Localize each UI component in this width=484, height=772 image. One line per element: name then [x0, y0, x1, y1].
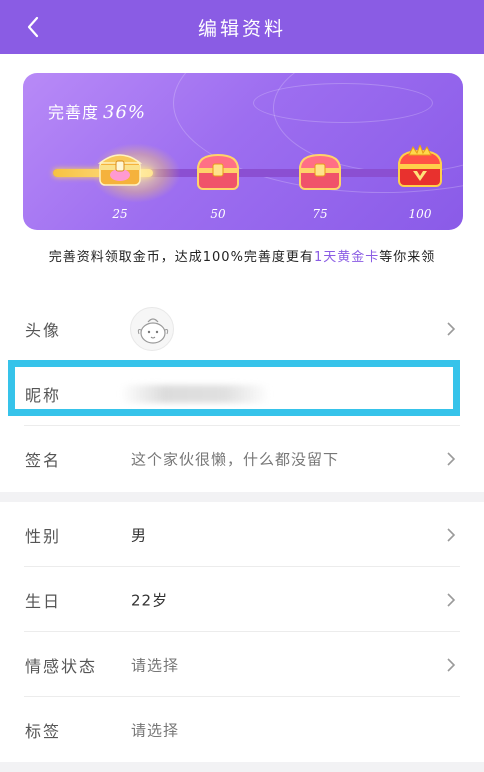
milestone-25-chest[interactable]	[95, 145, 145, 189]
chevron-right-icon	[447, 592, 456, 607]
relationship-value: 请选择	[131, 656, 180, 674]
chevron-right-icon	[447, 451, 456, 466]
tags-value: 请选择	[131, 721, 180, 739]
app-header: 编辑资料	[0, 0, 484, 54]
row-relationship-label: 情感状态	[25, 656, 98, 676]
chevron-left-icon	[27, 16, 39, 38]
milestone-100-chest[interactable]	[395, 145, 445, 189]
row-avatar-label: 头像	[25, 320, 62, 340]
completion-card: 完善度 36% 25 50 75 100	[23, 73, 463, 230]
avatar-icon[interactable]	[130, 307, 174, 351]
completion-label-text: 完善度	[48, 103, 100, 122]
signature-value: 这个家伙很懒，什么都没留下	[131, 450, 340, 468]
row-relationship[interactable]: 情感状态 请选择	[0, 632, 484, 697]
row-birthday[interactable]: 生日 22岁	[0, 567, 484, 632]
gender-value: 男	[131, 526, 148, 544]
birthday-value: 22岁	[131, 591, 169, 609]
treasure-chest-icon	[97, 154, 143, 186]
row-signature-label: 签名	[25, 450, 62, 470]
page-title: 编辑资料	[197, 17, 286, 40]
section-gap	[0, 492, 484, 502]
treasure-chest-icon	[298, 153, 342, 190]
chevron-right-icon	[447, 321, 456, 336]
reward-tip-prefix: 完善资料领取金币，达成100%完善度更有	[48, 250, 314, 265]
decorative-arc	[253, 83, 433, 123]
row-birthday-label: 生日	[25, 591, 62, 611]
milestone-label: 50	[210, 207, 226, 221]
milestone-label: 25	[112, 207, 128, 221]
row-tags[interactable]: 标签 请选择	[0, 697, 484, 762]
avatar-face-icon	[137, 318, 169, 344]
bottom-gap	[0, 762, 484, 772]
crown-treasure-chest-icon	[397, 145, 443, 187]
row-signature[interactable]: 签名 这个家伙很懒，什么都没留下	[0, 426, 484, 491]
nickname-highlight-box	[8, 360, 460, 416]
chevron-right-icon	[447, 527, 456, 542]
milestone-50-chest[interactable]	[193, 149, 243, 193]
reward-tip-suffix: 等你来领	[379, 250, 436, 265]
row-tags-label: 标签	[25, 721, 62, 741]
completion-percent: 36%	[103, 102, 147, 123]
back-button[interactable]	[18, 12, 48, 42]
row-gender[interactable]: 性别 男	[0, 502, 484, 567]
milestone-label: 100	[408, 207, 432, 221]
row-gender-label: 性别	[25, 526, 62, 546]
milestone-label: 75	[312, 207, 328, 221]
chevron-right-icon	[447, 657, 456, 672]
milestone-75-chest[interactable]	[295, 149, 345, 193]
row-avatar[interactable]: 头像	[0, 296, 484, 361]
completion-label: 完善度 36%	[48, 99, 146, 123]
reward-tip-highlight[interactable]: 1天黄金卡	[314, 250, 379, 265]
treasure-chest-icon	[196, 153, 240, 190]
reward-tip: 完善资料领取金币，达成100%完善度更有1天黄金卡等你来领	[0, 246, 484, 265]
